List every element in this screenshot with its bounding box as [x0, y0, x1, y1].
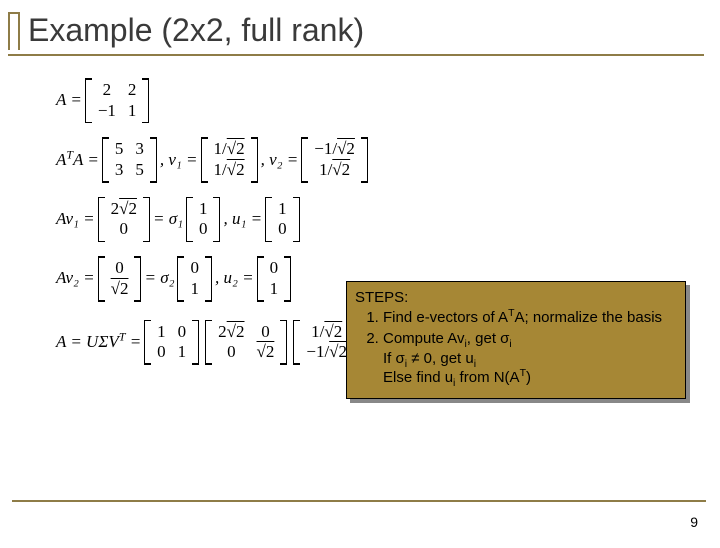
title-bar: Example (2x2, full rank) — [8, 8, 704, 56]
footer-rule — [12, 500, 706, 502]
steps-header: STEPS: — [355, 288, 677, 308]
steps-item-1: Find e-vectors of ATA; normalize the bas… — [383, 308, 677, 328]
eq-ATA-lhs: ATA = — [56, 151, 99, 170]
steps-item-2: Compute Avi, get σiIf σi ≠ 0, get uiElse… — [383, 329, 677, 388]
slide-title: Example (2x2, full rank) — [28, 8, 364, 49]
slide-number: 9 — [690, 514, 698, 530]
steps-list: Find e-vectors of ATA; normalize the bas… — [383, 308, 677, 388]
steps-callout: STEPS: Find e-vectors of ATA; normalize … — [346, 281, 686, 399]
eq-Av1: Av₁ = 2√2 0 = σ₁ 1 0 , u₁ = 1 0 — [56, 197, 680, 242]
eq-A: A = 2 2 −1 1 — [56, 78, 680, 123]
eq-A-lhs: A = — [56, 91, 82, 110]
eq-ATA: ATA = 5 3 3 5 , v₁ = 1/√2 1/√2 , v₂ = −1… — [56, 137, 680, 182]
title-accent — [8, 12, 20, 50]
